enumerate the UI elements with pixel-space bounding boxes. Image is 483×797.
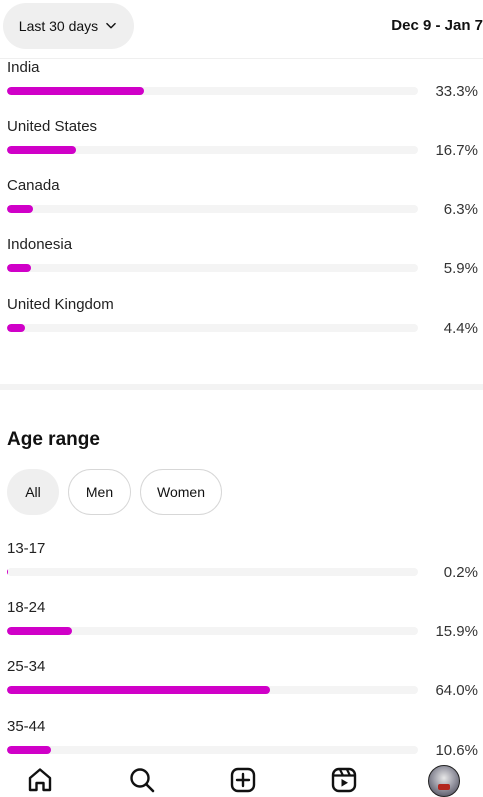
location-row: United States 16.7%	[0, 118, 483, 174]
top-bar: Last 30 days Dec 9 - Jan 7	[0, 0, 483, 59]
bar-track	[7, 627, 418, 635]
location-percent: 5.9%	[443, 260, 478, 277]
bar-track	[7, 146, 418, 154]
nav-home[interactable]	[26, 766, 54, 794]
location-percent: 16.7%	[435, 142, 478, 159]
profile-avatar[interactable]	[428, 765, 460, 797]
nav-search[interactable]	[128, 766, 156, 794]
age-row: 25-34 64.0%	[0, 658, 483, 714]
bottom-nav	[0, 757, 483, 797]
location-name: Canada	[7, 177, 60, 194]
section-divider	[0, 384, 483, 390]
location-row: United Kingdom 4.4%	[0, 296, 483, 352]
age-row: 18-24 15.9%	[0, 599, 483, 655]
nav-create[interactable]	[229, 766, 257, 794]
bar-fill	[7, 627, 73, 635]
bar-track	[7, 686, 418, 694]
location-percent: 4.4%	[443, 320, 478, 337]
filter-chip-men[interactable]: Men	[68, 469, 131, 515]
location-row: India 33.3%	[0, 59, 483, 115]
location-name: United Kingdom	[7, 296, 114, 313]
filter-chip-all[interactable]: All	[7, 469, 59, 515]
bar-fill	[7, 746, 51, 754]
home-icon	[28, 768, 52, 792]
bar-fill	[7, 264, 32, 272]
bar-track	[7, 264, 418, 272]
age-range-name: 18-24	[7, 599, 46, 616]
bar-track	[7, 205, 418, 213]
location-percent: 33.3%	[435, 83, 478, 100]
location-name: India	[7, 59, 40, 76]
reels-icon	[331, 767, 357, 793]
bar-fill	[7, 686, 271, 694]
bar-track	[7, 87, 418, 95]
age-range-name: 25-34	[7, 658, 46, 675]
chevron-down-icon	[106, 22, 116, 29]
nav-reels[interactable]	[330, 766, 358, 794]
location-name: United States	[7, 118, 98, 135]
filter-chip-women[interactable]: Women	[140, 469, 222, 515]
bar-track	[7, 324, 418, 332]
location-percent: 6.3%	[443, 201, 478, 218]
bar-track	[7, 746, 418, 754]
age-range-name: 13-17	[7, 540, 46, 557]
age-row: 13-17 0.2%	[0, 540, 483, 596]
date-range-dropdown-label: Last 30 days	[18, 18, 99, 34]
search-icon	[130, 768, 155, 793]
create-icon	[230, 767, 256, 793]
age-range-percent: 0.2%	[443, 564, 478, 581]
age-range-name: 35-44	[7, 718, 46, 735]
bar-fill	[7, 568, 9, 576]
filter-chip-label: All	[25, 484, 41, 500]
bar-fill	[7, 146, 76, 154]
bar-fill	[7, 87, 144, 95]
date-range-text: Dec 9 - Jan 7	[391, 17, 483, 34]
age-range-percent: 15.9%	[435, 623, 478, 640]
location-name: Indonesia	[7, 236, 73, 253]
age-range-percent: 64.0%	[435, 682, 478, 699]
age-range-title: Age range	[7, 429, 100, 450]
filter-chip-label: Men	[85, 484, 114, 500]
bar-fill	[7, 205, 33, 213]
bar-fill	[7, 324, 26, 332]
location-row: Canada 6.3%	[0, 177, 483, 233]
filter-chip-label: Women	[157, 484, 205, 500]
location-row: Indonesia 5.9%	[0, 236, 483, 292]
date-range-dropdown[interactable]: Last 30 days	[3, 3, 134, 49]
bar-track	[7, 568, 418, 576]
